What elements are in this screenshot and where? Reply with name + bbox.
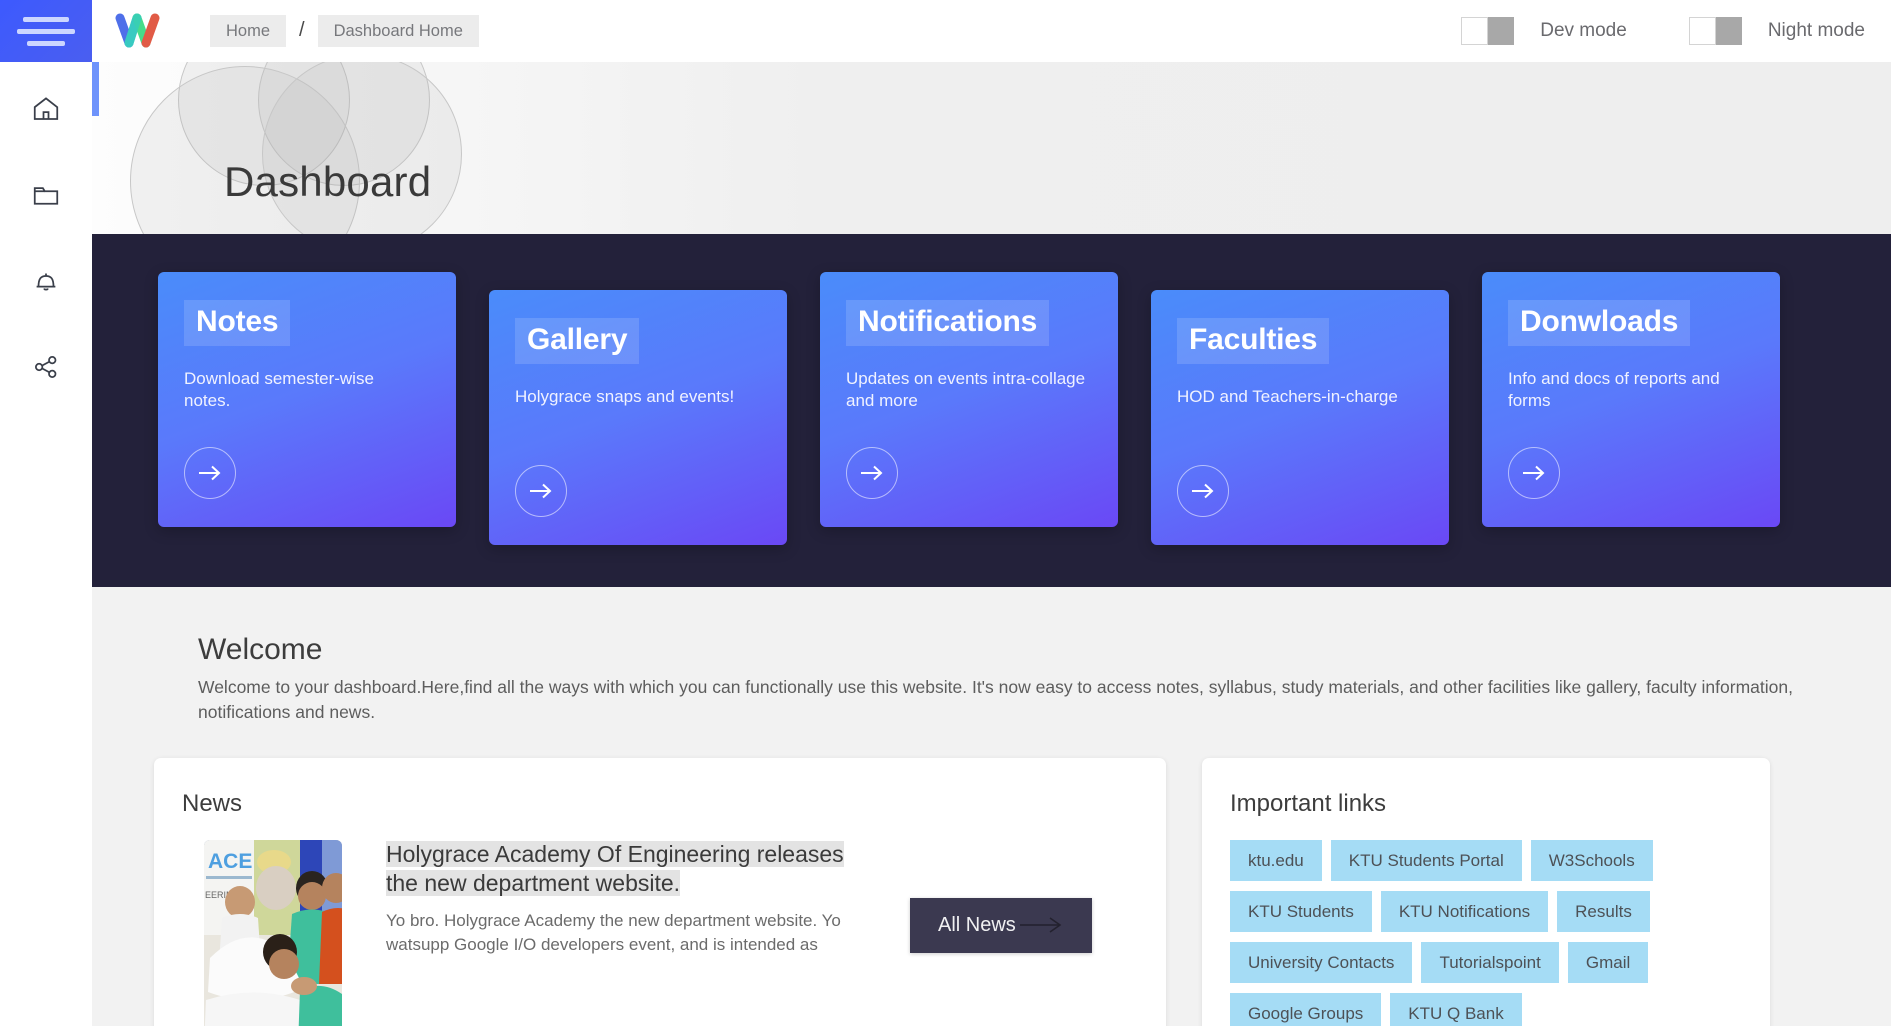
hamburger-icon-line: [23, 16, 69, 22]
important-links-panel: Important links ktu.edu KTU Students Por…: [1202, 757, 1770, 1026]
sidebar-item-home[interactable]: [25, 88, 67, 130]
quick-links-strip: Notes Download semester-wise notes. Gall…: [92, 234, 1891, 587]
arrow-right-icon: [199, 465, 221, 481]
breadcrumb-item-dashboard-home[interactable]: Dashboard Home: [317, 14, 479, 48]
circle-decoration: [262, 62, 462, 234]
news-thumbnail: ACE EERIN: [204, 839, 342, 1026]
card-downloads[interactable]: Donwloads Info and docs of reports and f…: [1482, 272, 1780, 527]
main-content: Dashboard Notes Download semester-wise n…: [92, 62, 1891, 1026]
all-news-wrap: All News: [910, 840, 1092, 953]
all-news-label: All News: [938, 913, 1016, 936]
news-text: Holygrace Academy Of Engineering release…: [386, 840, 864, 958]
dev-mode-label: Dev mode: [1540, 20, 1627, 41]
sidebar-item-notifications[interactable]: [25, 260, 67, 302]
hero-banner: Dashboard: [92, 62, 1891, 234]
link-chip[interactable]: Results: [1557, 890, 1650, 932]
card-notifications[interactable]: Notifications Updates on events intra-co…: [820, 272, 1118, 527]
hamburger-icon-line: [17, 28, 75, 34]
share-icon: [35, 356, 57, 378]
card-notes[interactable]: Notes Download semester-wise notes.: [158, 272, 456, 527]
panels-row: News ACE EERIN Holygrace Academy Of Engi…: [92, 726, 1891, 1026]
scrollbar-thumb[interactable]: [92, 62, 99, 116]
link-chip[interactable]: University Contacts: [1230, 941, 1413, 983]
card-title: Notifications: [846, 300, 1050, 346]
link-chip[interactable]: W3Schools: [1530, 839, 1653, 881]
card-gallery[interactable]: Gallery Holygrace snaps and events!: [489, 290, 787, 545]
svg-text:ACE: ACE: [208, 850, 252, 873]
link-chip[interactable]: KTU Notifications: [1380, 890, 1549, 932]
dev-mode-toggle[interactable]: [1461, 17, 1515, 45]
top-bar: Home / Dashboard Home Dev mode Night mod…: [0, 0, 1891, 62]
news-summary: Yo bro. Holygrace Academy the new depart…: [386, 910, 841, 955]
card-title: Notes: [184, 300, 291, 346]
card-arrow-button[interactable]: [1177, 465, 1229, 517]
arrow-right-icon: [1192, 483, 1214, 499]
news-headline[interactable]: Holygrace Academy Of Engineering release…: [386, 840, 844, 897]
link-chip-list: ktu.edu KTU Students Portal W3Schools KT…: [1230, 839, 1700, 1026]
card-faculties[interactable]: Faculties HOD and Teachers-in-charge: [1151, 290, 1449, 545]
link-chip[interactable]: KTU Students Portal: [1330, 839, 1522, 881]
w-logo-icon: [115, 13, 160, 48]
card-description: HOD and Teachers-in-charge: [1177, 387, 1398, 406]
welcome-section: Welcome Welcome to your dashboard.Here,f…: [92, 587, 1891, 726]
link-chip[interactable]: Gmail: [1567, 941, 1649, 983]
folder-icon: [33, 187, 59, 205]
breadcrumb: Home / Dashboard Home: [210, 14, 479, 48]
arrow-right-icon: [861, 465, 883, 481]
hamburger-menu-button[interactable]: [0, 0, 92, 62]
news-thumbnail-image: ACE EERIN: [204, 839, 342, 1026]
card-arrow-button[interactable]: [1508, 447, 1560, 499]
bell-icon: [36, 273, 56, 291]
night-mode-toggle[interactable]: [1688, 17, 1742, 45]
card-arrow-button[interactable]: [515, 465, 567, 517]
welcome-title: Welcome: [198, 633, 323, 666]
topbar-controls: Dev mode Night mode: [1461, 17, 1891, 45]
card-description: Updates on events intra-collage and more: [846, 369, 1086, 411]
card-description: Download semester-wise notes.: [184, 369, 374, 411]
night-mode-label: Night mode: [1767, 20, 1865, 41]
breadcrumb-separator: /: [299, 19, 305, 42]
toggle-knob: [1461, 17, 1489, 45]
link-chip[interactable]: KTU Students: [1230, 890, 1372, 932]
sidebar: [0, 62, 92, 1026]
card-title: Donwloads: [1508, 300, 1691, 346]
decorative-circles: [130, 62, 490, 234]
arrow-right-icon: [1019, 917, 1062, 933]
card-arrow-button[interactable]: [846, 447, 898, 499]
card-title: Gallery: [515, 318, 640, 364]
arrow-right-icon: [1523, 465, 1545, 481]
card-arrow-button[interactable]: [184, 447, 236, 499]
hamburger-icon-line: [27, 40, 65, 46]
breadcrumb-item-home[interactable]: Home: [210, 14, 287, 48]
arrow-right-icon: [530, 483, 552, 499]
all-news-button[interactable]: All News: [910, 897, 1092, 953]
welcome-body: Welcome to your dashboard.Here,find all …: [198, 677, 1793, 723]
home-icon: [33, 97, 59, 120]
news-panel-title: News: [182, 789, 243, 817]
news-item: ACE EERIN Holygrace Academy Of Engineeri…: [182, 839, 1130, 1026]
card-row: Notes Download semester-wise notes. Gall…: [92, 272, 1891, 545]
links-panel-title: Important links: [1230, 789, 1387, 817]
page-scrollbar[interactable]: [92, 62, 99, 1026]
link-chip[interactable]: KTU Q Bank: [1390, 992, 1522, 1026]
sidebar-item-share[interactable]: [25, 346, 67, 388]
toggle-knob: [1688, 17, 1716, 45]
w-logo[interactable]: [92, 0, 184, 62]
news-panel: News ACE EERIN Holygrace Academy Of Engi…: [154, 757, 1166, 1026]
card-description: Holygrace snaps and events!: [515, 387, 735, 406]
page-title: Dashboard: [224, 158, 432, 205]
card-description: Info and docs of reports and forms: [1508, 369, 1720, 411]
card-title: Faculties: [1177, 318, 1330, 364]
link-chip[interactable]: Tutorialspoint: [1421, 941, 1559, 983]
sidebar-item-folder[interactable]: [25, 174, 67, 216]
link-chip[interactable]: ktu.edu: [1230, 839, 1322, 881]
link-chip[interactable]: Google Groups: [1230, 992, 1382, 1026]
